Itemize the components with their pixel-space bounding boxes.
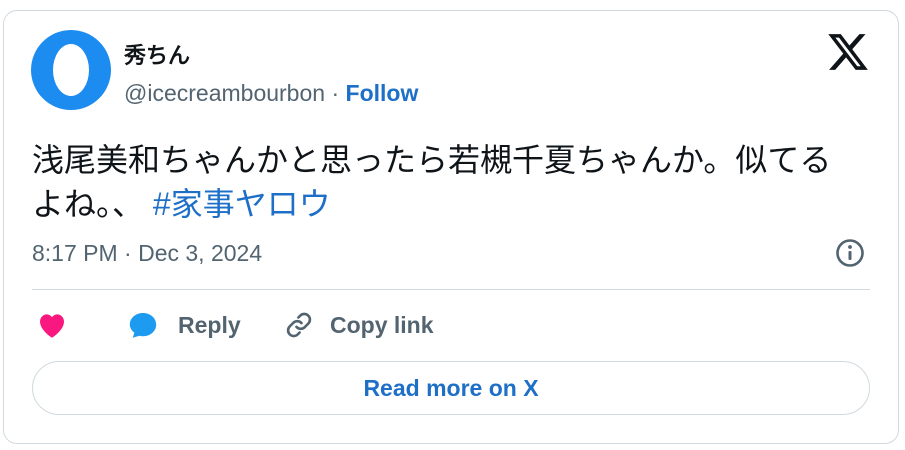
tweet-text: 浅尾美和ちゃんかと思ったら若槻千夏ちゃんか。似てるよね。、 #家事ヤロウ <box>32 138 862 226</box>
follow-button[interactable]: Follow <box>346 80 419 106</box>
like-button[interactable] <box>36 302 68 348</box>
link-icon <box>286 312 312 338</box>
action-bar: Reply Copy link <box>32 302 870 348</box>
reply-label: Reply <box>178 311 241 338</box>
reply-bubble-icon <box>129 312 157 338</box>
avatar[interactable] <box>31 30 111 110</box>
reply-button[interactable]: Reply <box>126 302 241 348</box>
x-logo-icon[interactable] <box>826 30 870 74</box>
heart-icon <box>40 314 64 338</box>
tweet-timestamp[interactable]: 8:17 PM · Dec 3, 2024 <box>32 240 262 267</box>
author-handle[interactable]: @icecreambourbon <box>124 80 325 106</box>
copy-link-button[interactable]: Copy link <box>284 302 434 348</box>
tweet-body: 浅尾美和ちゃんかと思ったら若槻千夏ちゃんか。似てるよね。、 <box>32 142 832 222</box>
divider <box>32 289 870 290</box>
author-display-name[interactable]: 秀ちん <box>124 38 190 70</box>
hashtag-link[interactable]: #家事ヤロウ <box>153 186 331 222</box>
info-icon[interactable] <box>834 237 866 269</box>
read-more-button[interactable]: Read more on X <box>32 361 870 415</box>
separator-dot: · <box>331 80 340 106</box>
read-more-label: Read more on X <box>363 374 539 401</box>
author-handle-row: @icecreambourbon · Follow <box>124 80 418 107</box>
copy-link-label: Copy link <box>330 311 434 338</box>
